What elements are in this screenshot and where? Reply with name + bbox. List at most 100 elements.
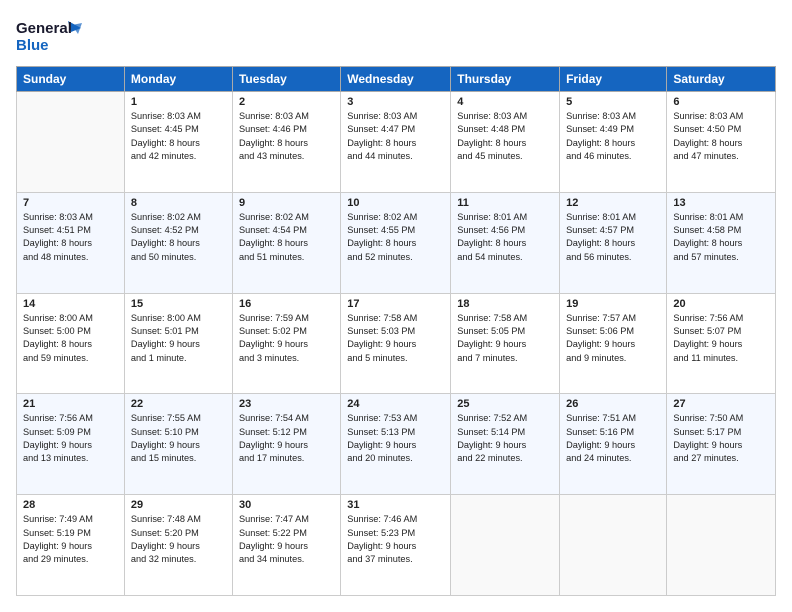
- day-number: 28: [23, 499, 118, 511]
- weekday-saturday: Saturday: [667, 67, 776, 92]
- day-number: 26: [566, 398, 660, 410]
- day-number: 27: [673, 398, 769, 410]
- day-info: Sunrise: 8:01 AMSunset: 4:56 PMDaylight:…: [457, 211, 553, 264]
- weekday-header-row: SundayMondayTuesdayWednesdayThursdayFrid…: [17, 67, 776, 92]
- day-number: 12: [566, 197, 660, 209]
- weekday-wednesday: Wednesday: [341, 67, 451, 92]
- day-cell: 22Sunrise: 7:55 AMSunset: 5:10 PMDayligh…: [124, 394, 232, 495]
- day-info: Sunrise: 8:00 AMSunset: 5:00 PMDaylight:…: [23, 312, 118, 365]
- day-cell: 20 Sunrise: 7:56 AMSunset: 5:07 PMDayligh…: [667, 293, 776, 394]
- day-number: 14: [23, 298, 118, 310]
- day-info: Sunrise: 7:48 AMSunset: 5:20 PMDaylight:…: [131, 513, 226, 566]
- day-cell: 8 Sunrise: 8:02 AMSunset: 4:52 PMDaylight…: [124, 192, 232, 293]
- day-number: 15: [131, 298, 226, 310]
- day-info: Sunrise: 7:51 AMSunset: 5:16 PMDaylight:…: [566, 412, 660, 465]
- day-cell: 27 Sunrise: 7:50 AMSunset: 5:17 PMDayligh…: [667, 394, 776, 495]
- day-info: Sunrise: 8:03 AMSunset: 4:47 PMDaylight:…: [347, 110, 444, 163]
- day-number: 24: [347, 398, 444, 410]
- weekday-thursday: Thursday: [451, 67, 560, 92]
- day-info: Sunrise: 7:56 AMSunset: 5:09 PMDaylight:…: [23, 412, 118, 465]
- day-info: Sunrise: 7:52 AMSunset: 5:14 PMDaylight:…: [457, 412, 553, 465]
- day-info: Sunrise: 8:00 AMSunset: 5:01 PMDaylight:…: [131, 312, 226, 365]
- day-number: 19: [566, 298, 660, 310]
- day-number: 6: [673, 96, 769, 108]
- day-number: 21: [23, 398, 118, 410]
- day-cell: 1 Sunrise: 8:03 AMSunset: 4:45 PMDaylight…: [124, 92, 232, 193]
- day-cell: 31Sunrise: 7:46 AMSunset: 5:23 PMDayligh…: [341, 495, 451, 596]
- day-number: 10: [347, 197, 444, 209]
- day-info: Sunrise: 8:03 AMSunset: 4:49 PMDaylight:…: [566, 110, 660, 163]
- week-row-1: 1 Sunrise: 8:03 AMSunset: 4:45 PMDaylight…: [17, 92, 776, 193]
- day-cell: 23Sunrise: 7:54 AMSunset: 5:12 PMDayligh…: [232, 394, 340, 495]
- day-number: 8: [131, 197, 226, 209]
- day-cell: 13Sunrise: 8:01 AMSunset: 4:58 PMDayligh…: [667, 192, 776, 293]
- day-cell: 21 Sunrise: 7:56 AMSunset: 5:09 PMDayligh…: [17, 394, 125, 495]
- day-info: Sunrise: 7:56 AMSunset: 5:07 PMDaylight:…: [673, 312, 769, 365]
- calendar-container: GeneralBlue SundayMondayTuesdayWednesday…: [0, 0, 792, 612]
- day-info: Sunrise: 7:55 AMSunset: 5:10 PMDaylight:…: [131, 412, 226, 465]
- day-cell: 15 Sunrise: 8:00 AMSunset: 5:01 PMDayligh…: [124, 293, 232, 394]
- day-info: Sunrise: 7:50 AMSunset: 5:17 PMDaylight:…: [673, 412, 769, 465]
- day-number: 1: [131, 96, 226, 108]
- day-cell: [560, 495, 667, 596]
- week-row-4: 21 Sunrise: 7:56 AMSunset: 5:09 PMDayligh…: [17, 394, 776, 495]
- day-info: Sunrise: 7:53 AMSunset: 5:13 PMDaylight:…: [347, 412, 444, 465]
- day-info: Sunrise: 7:57 AMSunset: 5:06 PMDaylight:…: [566, 312, 660, 365]
- day-number: 7: [23, 197, 118, 209]
- day-number: 18: [457, 298, 553, 310]
- day-cell: 24 Sunrise: 7:53 AMSunset: 5:13 PMDayligh…: [341, 394, 451, 495]
- day-info: Sunrise: 8:03 AMSunset: 4:51 PMDaylight:…: [23, 211, 118, 264]
- day-number: 9: [239, 197, 334, 209]
- week-row-2: 7 Sunrise: 8:03 AMSunset: 4:51 PMDaylight…: [17, 192, 776, 293]
- day-cell: 28 Sunrise: 7:49 AMSunset: 5:19 PMDayligh…: [17, 495, 125, 596]
- day-info: Sunrise: 8:03 AMSunset: 4:48 PMDaylight:…: [457, 110, 553, 163]
- day-cell: 10 Sunrise: 8:02 AMSunset: 4:55 PMDayligh…: [341, 192, 451, 293]
- day-cell: 30 Sunrise: 7:47 AMSunset: 5:22 PMDayligh…: [232, 495, 340, 596]
- day-number: 16: [239, 298, 334, 310]
- day-info: Sunrise: 8:02 AMSunset: 4:52 PMDaylight:…: [131, 211, 226, 264]
- logo: GeneralBlue: [16, 16, 96, 56]
- day-number: 30: [239, 499, 334, 511]
- day-number: 20: [673, 298, 769, 310]
- day-cell: [451, 495, 560, 596]
- day-info: Sunrise: 7:59 AMSunset: 5:02 PMDaylight:…: [239, 312, 334, 365]
- calendar-table: SundayMondayTuesdayWednesdayThursdayFrid…: [16, 66, 776, 596]
- day-number: 4: [457, 96, 553, 108]
- day-cell: 4 Sunrise: 8:03 AMSunset: 4:48 PMDaylight…: [451, 92, 560, 193]
- day-cell: 29 Sunrise: 7:48 AMSunset: 5:20 PMDayligh…: [124, 495, 232, 596]
- day-cell: 3Sunrise: 8:03 AMSunset: 4:47 PMDaylight…: [341, 92, 451, 193]
- svg-text:General: General: [16, 20, 72, 37]
- week-row-5: 28 Sunrise: 7:49 AMSunset: 5:19 PMDayligh…: [17, 495, 776, 596]
- day-number: 25: [457, 398, 553, 410]
- day-cell: 12 Sunrise: 8:01 AMSunset: 4:57 PMDayligh…: [560, 192, 667, 293]
- day-cell: 2 Sunrise: 8:03 AMSunset: 4:46 PMDaylight…: [232, 92, 340, 193]
- day-cell: 16 Sunrise: 7:59 AMSunset: 5:02 PMDayligh…: [232, 293, 340, 394]
- day-cell: 26 Sunrise: 7:51 AMSunset: 5:16 PMDayligh…: [560, 394, 667, 495]
- day-cell: 11 Sunrise: 8:01 AMSunset: 4:56 PMDayligh…: [451, 192, 560, 293]
- weekday-tuesday: Tuesday: [232, 67, 340, 92]
- day-number: 11: [457, 197, 553, 209]
- day-info: Sunrise: 7:58 AMSunset: 5:03 PMDaylight:…: [347, 312, 444, 365]
- day-info: Sunrise: 8:02 AMSunset: 4:54 PMDaylight:…: [239, 211, 334, 264]
- day-cell: 18Sunrise: 7:58 AMSunset: 5:05 PMDayligh…: [451, 293, 560, 394]
- day-cell: 9 Sunrise: 8:02 AMSunset: 4:54 PMDaylight…: [232, 192, 340, 293]
- day-number: 31: [347, 499, 444, 511]
- day-number: 2: [239, 96, 334, 108]
- day-info: Sunrise: 8:03 AMSunset: 4:46 PMDaylight:…: [239, 110, 334, 163]
- day-info: Sunrise: 8:03 AMSunset: 4:45 PMDaylight:…: [131, 110, 226, 163]
- day-cell: 6 Sunrise: 8:03 AMSunset: 4:50 PMDaylight…: [667, 92, 776, 193]
- weekday-friday: Friday: [560, 67, 667, 92]
- day-cell: 5Sunrise: 8:03 AMSunset: 4:49 PMDaylight…: [560, 92, 667, 193]
- day-number: 13: [673, 197, 769, 209]
- day-cell: 25 Sunrise: 7:52 AMSunset: 5:14 PMDayligh…: [451, 394, 560, 495]
- day-info: Sunrise: 8:03 AMSunset: 4:50 PMDaylight:…: [673, 110, 769, 163]
- day-info: Sunrise: 8:02 AMSunset: 4:55 PMDaylight:…: [347, 211, 444, 264]
- day-info: Sunrise: 7:49 AMSunset: 5:19 PMDaylight:…: [23, 513, 118, 566]
- day-info: Sunrise: 7:47 AMSunset: 5:22 PMDaylight:…: [239, 513, 334, 566]
- day-number: 29: [131, 499, 226, 511]
- day-cell: [17, 92, 125, 193]
- svg-text:Blue: Blue: [16, 37, 49, 54]
- header: GeneralBlue: [16, 16, 776, 56]
- day-info: Sunrise: 8:01 AMSunset: 4:57 PMDaylight:…: [566, 211, 660, 264]
- day-info: Sunrise: 7:54 AMSunset: 5:12 PMDaylight:…: [239, 412, 334, 465]
